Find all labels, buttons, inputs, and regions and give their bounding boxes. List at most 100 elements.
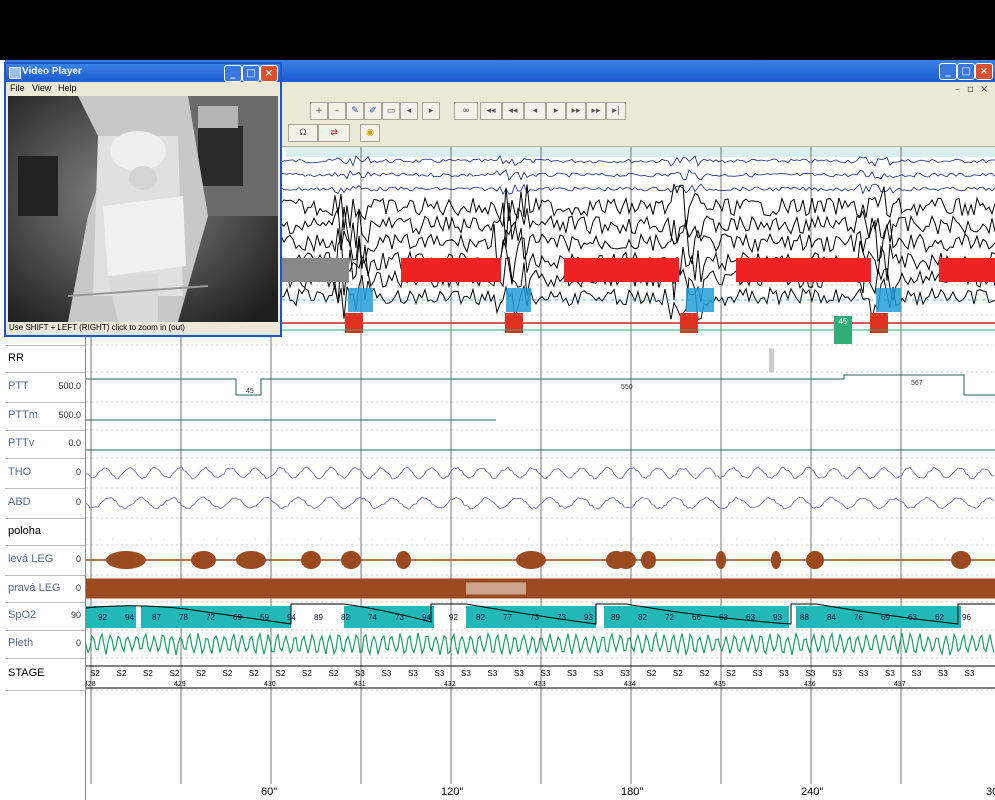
right-leg-trace bbox=[86, 578, 995, 599]
leg-burst bbox=[106, 551, 146, 569]
pen-icon[interactable]: ✎ bbox=[346, 102, 364, 120]
video-titlebar[interactable]: Video Player _ □ × bbox=[6, 64, 280, 82]
leg-burst bbox=[396, 551, 411, 569]
ptt-trace bbox=[86, 374, 995, 396]
stage-label: S3 bbox=[859, 669, 869, 678]
channel-row[interactable]: PTTm 500.0 bbox=[5, 402, 85, 431]
spo2-value: 72 bbox=[206, 613, 215, 622]
channel-name: RR bbox=[8, 351, 24, 364]
nav-button-6[interactable]: ▸▸ bbox=[586, 102, 606, 120]
epoch-number: 430 bbox=[264, 681, 276, 688]
flow-event bbox=[736, 258, 871, 282]
arrows-icon[interactable]: ⇄ bbox=[318, 124, 350, 142]
time-label: 60" bbox=[261, 786, 278, 798]
video-close-icon[interactable]: × bbox=[260, 65, 278, 82]
stage-label: S3 bbox=[408, 669, 418, 678]
nav-button-4[interactable]: ▸ bbox=[546, 102, 566, 120]
edit-icon[interactable]: ✐ bbox=[364, 102, 382, 120]
zoom-in-icon[interactable]: + bbox=[310, 102, 328, 120]
stage-label: S3 bbox=[567, 669, 577, 678]
channel-row[interactable]: PTTv 0.0 bbox=[5, 430, 85, 459]
epoch-number: 432 bbox=[444, 681, 456, 688]
spo2-value: 63 bbox=[746, 613, 755, 622]
channel-scale: 0 bbox=[75, 467, 81, 477]
binoculars-icon[interactable]: ∞ bbox=[454, 102, 478, 120]
nav-button-2[interactable]: ◂◂ bbox=[502, 102, 524, 120]
spo2-value: 77 bbox=[503, 613, 512, 622]
video-menu-view[interactable]: View bbox=[32, 83, 51, 93]
maximize-icon[interactable]: □ bbox=[957, 63, 975, 80]
channel-row[interactable]: levá LEG 0 bbox=[5, 545, 85, 576]
channel-name: levá LEG bbox=[8, 553, 54, 565]
channel-row[interactable]: RR bbox=[5, 345, 85, 373]
video-minimize-icon[interactable]: _ bbox=[224, 65, 242, 82]
stage-label: S3 bbox=[541, 669, 551, 678]
nav-button-5[interactable]: ▸▸ bbox=[566, 102, 586, 120]
lightbulb-icon[interactable]: ◉ bbox=[360, 124, 380, 142]
ptt-value: 550 bbox=[621, 384, 633, 391]
epoch-number: 428 bbox=[86, 681, 96, 688]
channel-name: THO bbox=[8, 466, 32, 478]
nav-button-7[interactable]: ▸| bbox=[606, 102, 626, 120]
forward-icon[interactable]: ▸ bbox=[422, 102, 440, 120]
stage-label: S2 bbox=[196, 669, 206, 678]
rr-mark bbox=[769, 348, 774, 373]
snore-burst bbox=[686, 288, 714, 312]
channel-row[interactable]: SpO2 90 bbox=[5, 602, 85, 631]
spo2-value: 76 bbox=[854, 613, 863, 622]
channel-row[interactable]: THO 0 bbox=[5, 458, 85, 489]
epoch-number: 435 bbox=[714, 681, 726, 688]
video-menu-help[interactable]: Help bbox=[58, 83, 77, 93]
stage-label: S3 bbox=[779, 669, 789, 678]
spo2-value: 89 bbox=[314, 613, 323, 622]
channel-row[interactable]: Pleth 0 bbox=[5, 630, 85, 659]
stage-label: S3 bbox=[832, 669, 842, 678]
nav-button-1[interactable]: ◂◂ bbox=[480, 102, 502, 120]
leg-burst bbox=[341, 551, 361, 569]
video-frame[interactable] bbox=[8, 96, 278, 322]
spo2-value: 82 bbox=[341, 613, 350, 622]
flow-event bbox=[401, 258, 501, 282]
channel-name: Pleth bbox=[8, 637, 34, 649]
screen-top-black-bar bbox=[0, 0, 995, 60]
window-icon[interactable]: ▭ bbox=[382, 102, 400, 120]
back-icon[interactable]: ◂ bbox=[400, 102, 418, 120]
epoch-number: 434 bbox=[624, 681, 636, 688]
channel-scale: 500.0 bbox=[58, 381, 81, 391]
stage-label: S2 bbox=[170, 669, 180, 678]
video-player-window[interactable]: Video Player _ □ × File View Help Use SH… bbox=[4, 62, 282, 337]
flow-event bbox=[939, 258, 995, 282]
nav-button-3[interactable]: ◂ bbox=[524, 102, 546, 120]
stage-label: S2 bbox=[700, 669, 710, 678]
stage-label: S3 bbox=[885, 669, 895, 678]
channel-name: ABD bbox=[8, 496, 31, 508]
video-menu-file[interactable]: File bbox=[10, 83, 25, 93]
mdi-restore-icon[interactable]: ▫ bbox=[967, 84, 974, 95]
spo2-value: 87 bbox=[152, 613, 161, 622]
stage-label: S2 bbox=[90, 669, 100, 678]
mdi-minimize-icon[interactable]: – bbox=[955, 84, 960, 95]
channel-row[interactable]: STAGE bbox=[5, 658, 85, 691]
channel-scale: 0 bbox=[75, 554, 81, 564]
spo2-value: 69 bbox=[233, 613, 242, 622]
channel-row[interactable]: poloha bbox=[5, 518, 85, 546]
channel-row[interactable]: ABD 0 bbox=[5, 488, 85, 519]
spo2-value: 73 bbox=[395, 613, 404, 622]
channel-select-icon[interactable]: Ω bbox=[288, 124, 318, 142]
zoom-out-icon[interactable]: – bbox=[328, 102, 346, 120]
minimize-icon[interactable]: _ bbox=[939, 63, 957, 80]
leg-burst bbox=[191, 551, 216, 569]
spo2-value: 93 bbox=[584, 613, 593, 622]
channel-row[interactable]: PTT 500.0 bbox=[5, 372, 85, 403]
time-label: 240" bbox=[801, 786, 824, 798]
video-maximize-icon[interactable]: □ bbox=[242, 65, 260, 82]
snore-burst bbox=[876, 288, 901, 312]
mdi-close-icon[interactable]: × bbox=[980, 84, 988, 95]
spo2-value: 92 bbox=[449, 613, 458, 622]
ptt-value: 567 bbox=[911, 380, 923, 387]
channel-row[interactable]: pravá LEG 0 bbox=[5, 575, 85, 603]
close-icon[interactable]: × bbox=[975, 63, 993, 80]
leg-burst bbox=[771, 551, 781, 569]
epoch-number: 437 bbox=[894, 681, 906, 688]
epoch-number: 436 bbox=[804, 681, 816, 688]
